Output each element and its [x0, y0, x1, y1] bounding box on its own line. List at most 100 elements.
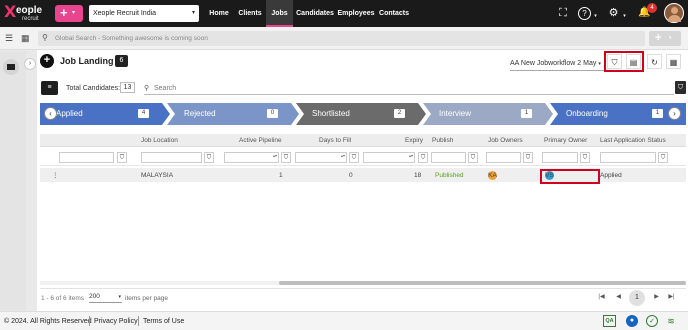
filter-input-expiry[interactable]	[363, 152, 415, 163]
workflow-select[interactable]: AA New Jobworkflow 2 May ▾	[510, 59, 601, 69]
filter-funnel-icon[interactable]: ⛉	[468, 152, 478, 163]
stage-count: 0	[267, 109, 278, 118]
column-filter-icon[interactable]: ⛉	[675, 81, 686, 94]
filter-funnel-icon[interactable]: ⛉	[204, 152, 214, 163]
nav-home[interactable]: Home	[205, 0, 233, 27]
nav-contacts[interactable]: Contacts	[378, 0, 410, 27]
copyright-text: © 2024. All Rights Reserved	[4, 318, 92, 325]
privacy-policy-link[interactable]: Privacy Policy	[94, 317, 138, 326]
chevron-down-icon: ▾	[72, 10, 76, 16]
stage-prev-arrow[interactable]: ‹	[44, 107, 57, 120]
stage-rejected[interactable]: Rejected 0	[167, 103, 299, 125]
nav-jobs[interactable]: Jobs	[266, 0, 293, 27]
wifi-signal-icon: ≋	[667, 316, 675, 326]
global-search-input[interactable]: ⚲ Global Search - Something awesome is c…	[38, 31, 645, 46]
current-page-button[interactable]: 1	[629, 290, 645, 306]
stage-label: Shortlisted	[312, 109, 350, 118]
next-page-icon[interactable]: ▶	[652, 293, 661, 302]
filter-input-job-owners[interactable]	[486, 152, 521, 163]
top-navbar: X eople recruit + ▾ Xeople Recruit India…	[0, 0, 688, 27]
footer: © 2024. All Rights Reserved Privacy Poli…	[0, 311, 688, 330]
last-page-icon[interactable]: ▶|	[667, 293, 676, 302]
filter-funnel-icon[interactable]: ⛉	[523, 152, 533, 163]
stage-onboarding[interactable]: Onboarding 1	[550, 103, 686, 125]
company-selector[interactable]: Xeople Recruit India ▾	[89, 5, 199, 22]
highlight-box	[604, 51, 644, 72]
search-icon: ⚲	[144, 85, 150, 92]
sidebar-expand-toggle[interactable]: ›	[24, 58, 36, 70]
add-job-button[interactable]: +	[40, 54, 54, 68]
footer-divider	[89, 316, 90, 326]
column-header-days-to-fill[interactable]: Days to Fill	[319, 136, 351, 145]
nav-candidates[interactable]: Candidates	[296, 0, 334, 27]
row-actions-kebab-icon[interactable]: ⋮	[52, 171, 59, 180]
column-header-publish[interactable]: Publish	[432, 136, 453, 145]
column-header-primary-owner[interactable]: Primary Owner	[544, 136, 587, 145]
stage-next-arrow[interactable]: ›	[668, 107, 681, 120]
fullscreen-icon[interactable]: ⛶	[556, 6, 570, 20]
refresh-icon[interactable]: ↻	[647, 54, 662, 69]
help-icon[interactable]: ?	[578, 7, 591, 20]
stage-count: 2	[394, 109, 405, 118]
chevron-down-icon[interactable]: ▾	[592, 9, 599, 23]
stage-interview[interactable]: Interview 1	[423, 103, 553, 125]
column-header-last-application-status[interactable]: Last Application Status	[600, 136, 666, 145]
horizontal-scrollbar[interactable]	[40, 281, 686, 285]
stage-count: 4	[138, 109, 149, 118]
first-page-icon[interactable]: |◀	[597, 293, 606, 302]
nav-employees[interactable]: Employees	[337, 0, 375, 27]
terms-of-use-link[interactable]: Terms of Use	[143, 317, 184, 326]
home-icon[interactable]	[3, 59, 19, 75]
column-header-job-owners[interactable]: Job Owners	[488, 136, 523, 145]
prev-page-icon[interactable]: ◀	[614, 293, 623, 302]
filter-funnel-icon[interactable]: ⛉	[281, 152, 291, 163]
search-placeholder: Search	[154, 85, 177, 92]
column-header-active-pipeline[interactable]: Active Pipeline	[239, 136, 282, 145]
filter-input[interactable]	[59, 152, 114, 163]
stage-label: Applied	[56, 109, 83, 118]
filter-input-primary-owner[interactable]	[542, 152, 578, 163]
filter-funnel-icon[interactable]: ⛉	[349, 152, 359, 163]
stage-shortlisted[interactable]: Shortlisted 2	[296, 103, 426, 125]
filter-input-publish[interactable]	[431, 152, 466, 163]
search-icon: ⚲	[42, 33, 48, 42]
scrollbar-thumb[interactable]	[279, 281, 686, 285]
plus-icon: +	[60, 5, 68, 20]
pagination-bar: 1 - 6 of 6 items 200 ▾ items per page |◀…	[40, 288, 686, 306]
page-size-select[interactable]: 200 ▾	[89, 292, 122, 303]
filter-funnel-icon[interactable]: ⛉	[418, 152, 428, 163]
logo-subtitle: recruit	[22, 16, 39, 22]
add-record-button[interactable]: + ▾	[649, 31, 681, 46]
list-view-icon[interactable]: ☰	[5, 33, 13, 43]
candidate-search-input[interactable]: ⚲ Search	[144, 83, 674, 95]
filter-input-days-to-fill[interactable]	[295, 152, 347, 163]
check-circle-icon[interactable]: ✓	[646, 315, 658, 327]
xeople-logo[interactable]: X eople recruit	[4, 3, 50, 25]
filter-funnel-icon[interactable]: ⛉	[658, 152, 668, 163]
chevron-down-icon: ▾	[118, 294, 121, 300]
quick-add-button[interactable]: + ▾	[55, 5, 83, 22]
candidate-filter-button[interactable]: ≡	[41, 81, 58, 95]
filter-input-active-pipeline[interactable]	[224, 152, 279, 163]
filter-input-job-location[interactable]	[141, 152, 202, 163]
user-account-icon[interactable]: ●	[626, 315, 638, 327]
filter-input-last-status[interactable]	[600, 152, 656, 163]
filter-funnel-icon[interactable]: ⛉	[117, 152, 127, 163]
job-owner-avatar[interactable]: KA	[488, 171, 497, 180]
column-header-job-location[interactable]: Job Location	[141, 136, 178, 145]
stage-applied[interactable]: Applied 4	[40, 103, 170, 125]
settings-gear-icon[interactable]: ⚙	[607, 6, 620, 20]
cell-active-pipeline[interactable]: 1	[279, 171, 283, 180]
filter-funnel-icon[interactable]: ⛉	[580, 152, 590, 163]
stage-count: 1	[652, 109, 663, 118]
chevron-down-icon[interactable]: ▾	[621, 9, 628, 23]
grid-view-icon[interactable]: ▦	[21, 33, 30, 43]
user-avatar[interactable]	[664, 3, 684, 23]
column-header-expiry[interactable]: Expiry	[405, 136, 423, 145]
chevron-down-icon: ▾	[598, 61, 601, 67]
apps-grid-icon[interactable]: ▦	[666, 54, 681, 69]
stage-pipeline: Applied 4 Rejected 0 Shortlisted 2 Inter…	[40, 103, 686, 125]
cell-days-to-fill: 0	[349, 172, 353, 179]
workflow-selected-value: AA New Jobworkflow 2 May	[510, 60, 597, 67]
nav-clients[interactable]: Clients	[235, 0, 265, 27]
